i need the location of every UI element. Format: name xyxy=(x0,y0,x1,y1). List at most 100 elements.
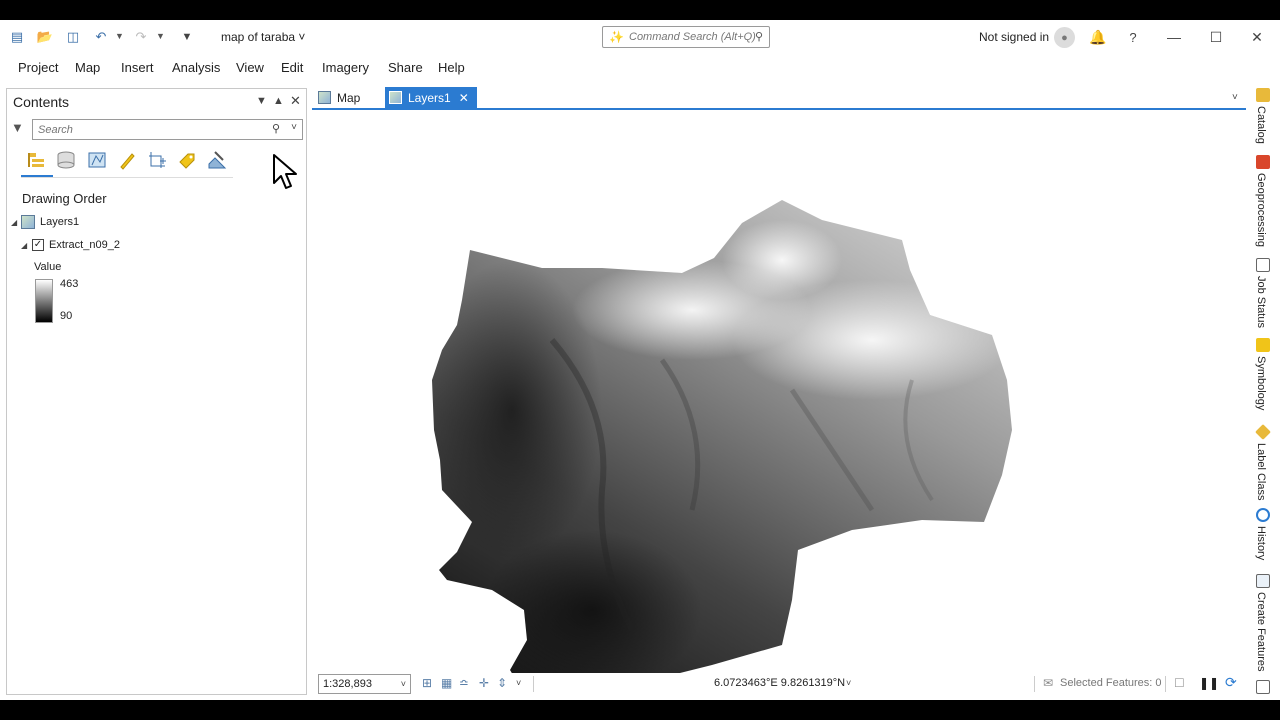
list-by-labeling-icon[interactable] xyxy=(176,149,198,171)
save-project-icon[interactable]: ◫ xyxy=(64,28,82,46)
edit-tools-icon xyxy=(1256,680,1270,694)
mouse-pointer-icon xyxy=(273,154,297,189)
redo-icon[interactable]: ↷ xyxy=(132,28,150,46)
snapping-icon[interactable]: ≏ xyxy=(459,676,469,690)
crosshair-icon[interactable]: ✛ xyxy=(479,676,489,690)
create-features-icon xyxy=(1256,574,1270,588)
command-search-placeholder: Command Search (Alt+Q) xyxy=(629,31,756,43)
minimize-icon[interactable]: — xyxy=(1165,28,1183,46)
scale-dropdown-icon: ˅ xyxy=(400,679,406,689)
drawing-order-heading: Drawing Order xyxy=(22,191,107,206)
legend-value-label: Value xyxy=(34,261,62,273)
tab-share[interactable]: Share xyxy=(388,60,423,75)
search-icon: ⚲ xyxy=(754,31,763,43)
legend-low-value: 90 xyxy=(60,310,73,322)
tab-label: Layers1 xyxy=(408,90,451,105)
grid-icon[interactable]: ▦ xyxy=(441,676,452,690)
legend-color-ramp[interactable] xyxy=(35,279,53,323)
search-options-chevron-icon[interactable]: ˅ xyxy=(291,122,297,133)
tab-map-view[interactable]: Map xyxy=(314,87,368,108)
tab-edit[interactable]: Edit xyxy=(281,60,303,75)
pin-icon[interactable]: ▲ xyxy=(273,95,284,107)
command-search-box[interactable]: ✨ Command Search (Alt+Q) ⚲ xyxy=(602,26,770,48)
undo-dropdown-icon[interactable]: ▼ xyxy=(115,31,124,41)
history-icon xyxy=(1256,508,1270,522)
collapse-map-arrow-icon[interactable]: ◢ xyxy=(11,218,17,227)
close-tab-icon[interactable]: ✕ xyxy=(459,91,469,105)
job-status-icon xyxy=(1256,258,1270,272)
tab-map[interactable]: Map xyxy=(75,60,100,75)
status-divider xyxy=(1034,676,1035,692)
list-by-source-icon[interactable] xyxy=(55,149,77,171)
scale-selector[interactable]: 1:328,893 ˅ xyxy=(318,674,411,694)
dock-create-features[interactable]: Create Features xyxy=(1255,574,1271,671)
dock-geoprocessing[interactable]: Geoprocessing xyxy=(1255,155,1271,247)
search-icon[interactable]: ⚲ xyxy=(272,122,280,135)
filter-icon[interactable]: ▼ xyxy=(11,120,24,135)
avatar[interactable]: ● xyxy=(1054,27,1075,48)
coordinates-format-icon[interactable]: ˅ xyxy=(846,678,851,688)
map-canvas[interactable] xyxy=(312,108,1246,673)
list-by-perspective-imagery-icon[interactable] xyxy=(206,149,228,171)
selected-features-count[interactable]: Selected Features: 0 xyxy=(1060,677,1162,689)
document-title[interactable]: map of taraba ˅ xyxy=(221,30,305,44)
right-dock: Catalog Geoprocessing Job Status Symbolo… xyxy=(1252,80,1274,700)
cursor-coordinates[interactable]: 6.0723463°E 9.8261319°N xyxy=(714,677,845,689)
view-list-chevron-icon[interactable]: ˅ xyxy=(1232,92,1238,103)
legend-high-value: 463 xyxy=(60,278,79,290)
label-class-icon xyxy=(1255,424,1271,440)
map-status-bar: 1:328,893 ˅ ⊞ ▦ ≏ ✛ ⇕ ˅ 6.0723463°E 9.82… xyxy=(312,673,1246,695)
tab-project[interactable]: Project xyxy=(18,60,58,75)
pane-options-icon[interactable]: ▼ xyxy=(256,95,267,107)
new-project-icon[interactable]: ▤ xyxy=(8,28,26,46)
signin-status[interactable]: Not signed in xyxy=(979,30,1049,44)
scale-value: 1:328,893 xyxy=(323,678,372,690)
list-by-selection-icon[interactable] xyxy=(86,149,108,171)
map-icon xyxy=(21,215,35,229)
list-by-drawing-order-icon[interactable] xyxy=(25,149,47,171)
symbology-icon xyxy=(1256,338,1270,352)
tab-view[interactable]: View xyxy=(236,60,264,75)
tab-insert[interactable]: Insert xyxy=(121,60,154,75)
redo-dropdown-icon[interactable]: ▼ xyxy=(156,31,165,41)
status-divider xyxy=(1165,676,1166,692)
close-icon[interactable]: ✕ xyxy=(1248,28,1266,46)
help-button[interactable]: ? xyxy=(1124,28,1142,46)
layer-visibility-checkbox[interactable]: ✓ xyxy=(32,239,44,251)
notifications-icon[interactable]: 🔔 xyxy=(1089,28,1107,46)
close-pane-icon[interactable]: ✕ xyxy=(290,93,301,109)
tab-imagery[interactable]: Imagery xyxy=(322,60,369,75)
dock-catalog[interactable]: Catalog xyxy=(1255,88,1271,144)
arcgis-pro-window: ▤ 📂 ◫ ↶ ▼ ↷ ▼ ▼ map of taraba ˅ ✨ Comman… xyxy=(0,20,1280,700)
pause-drawing-icon[interactable]: ❚❚ xyxy=(1199,676,1219,690)
map-node-label[interactable]: Layers1 xyxy=(40,216,79,228)
list-by-editing-icon[interactable] xyxy=(116,149,138,171)
dock-history[interactable]: History xyxy=(1255,508,1271,560)
dock-label-class[interactable]: Label Class xyxy=(1255,424,1271,500)
collapse-layer-arrow-icon[interactable]: ◢ xyxy=(21,241,27,250)
geoprocessing-icon xyxy=(1256,155,1270,169)
tab-analysis[interactable]: Analysis xyxy=(172,60,220,75)
dock-more[interactable] xyxy=(1255,680,1271,698)
search-input[interactable] xyxy=(38,122,258,137)
contents-tabs-divider xyxy=(21,177,233,178)
dock-job-status[interactable]: Job Status xyxy=(1255,258,1271,328)
map-units-icon[interactable]: ⊞ xyxy=(422,676,432,690)
tab-help[interactable]: Help xyxy=(438,60,465,75)
map-icon xyxy=(318,91,331,104)
undo-icon[interactable]: ↶ xyxy=(92,28,110,46)
contents-search-box[interactable]: ⚲ ˅ xyxy=(32,119,303,140)
navigation-icon[interactable]: ⇕ xyxy=(497,676,507,690)
layer-label[interactable]: Extract_n09_2 xyxy=(49,239,120,251)
customize-toolbar-icon[interactable]: ▼ xyxy=(178,28,196,46)
tab-layers1-view[interactable]: Layers1 ✕ xyxy=(385,87,477,108)
status-divider xyxy=(533,676,534,692)
dock-symbology[interactable]: Symbology xyxy=(1255,338,1271,410)
open-project-icon[interactable]: 📂 xyxy=(36,28,54,46)
maximize-icon[interactable]: ☐ xyxy=(1207,28,1225,46)
tools-dropdown-icon[interactable]: ˅ xyxy=(516,678,521,688)
list-by-snapping-icon[interactable] xyxy=(146,149,168,171)
refresh-icon[interactable]: ⟳ xyxy=(1225,674,1237,691)
clear-selection-icon[interactable]: ☐ xyxy=(1174,676,1185,690)
selection-icon: ✉ xyxy=(1043,676,1054,690)
